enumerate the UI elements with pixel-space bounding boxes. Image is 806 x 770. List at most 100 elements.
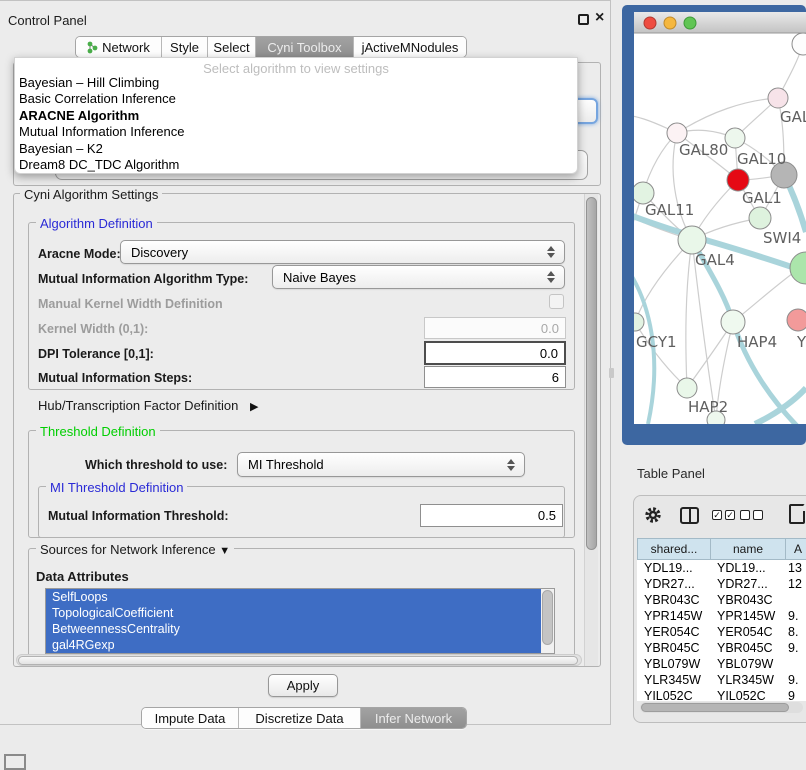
- algorithm-option[interactable]: Dream8 DC_TDC Algorithm: [15, 157, 577, 173]
- settings-hscrollbar-thumb[interactable]: [18, 656, 578, 665]
- table-cell: 9: [785, 688, 795, 701]
- tab-jactivemnodules[interactable]: jActiveMNodules: [354, 37, 466, 57]
- tab-style[interactable]: Style: [162, 37, 208, 57]
- column-header[interactable]: name: [710, 538, 785, 560]
- settings-scrollbar-thumb[interactable]: [586, 197, 597, 550]
- attributes-scrollbar-thumb[interactable]: [542, 590, 553, 645]
- threshold-definition-title: Threshold Definition: [36, 424, 160, 439]
- attribute-item[interactable]: BetweennessCentrality: [46, 621, 541, 637]
- float-window-icon[interactable]: [578, 14, 589, 25]
- mi-type-combo[interactable]: Naive Bayes: [272, 265, 565, 289]
- table-cell: YER054C: [710, 624, 785, 640]
- aracne-mode-combo[interactable]: Discovery: [120, 240, 565, 264]
- sources-toggle[interactable]: Sources for Network Inference ▼: [36, 542, 234, 557]
- network-node[interactable]: [677, 378, 697, 398]
- dropdown-placeholder: Select algorithm to view settings: [15, 58, 577, 75]
- mac-minimize-button[interactable]: [664, 17, 676, 29]
- network-view-window[interactable]: GALGAL80GAL10GAL1GAL11SWI4GAL4GCY1HAP4YH…: [622, 5, 806, 445]
- deselect-all-check-icon[interactable]: [740, 510, 750, 520]
- node-label: GAL11: [645, 201, 694, 219]
- table-cell: YIL052C: [710, 688, 785, 701]
- collapsed-arrow-icon: ▶: [250, 401, 258, 413]
- network-node[interactable]: [787, 309, 806, 331]
- apply-button[interactable]: Apply: [268, 674, 338, 697]
- column-header[interactable]: A: [785, 538, 806, 560]
- table-cell: 12: [785, 576, 802, 592]
- which-threshold-combo[interactable]: MI Threshold: [237, 452, 525, 477]
- network-node[interactable]: [721, 310, 745, 334]
- close-icon[interactable]: ×: [595, 9, 604, 27]
- data-attributes-list[interactable]: SelfLoopsTopologicalCoefficientBetweenne…: [45, 588, 555, 654]
- tab-network[interactable]: Network: [76, 37, 162, 57]
- attribute-item[interactable]: SelfLoops: [46, 589, 541, 605]
- algorithm-option[interactable]: Bayesian – Hill Climbing: [15, 75, 577, 91]
- mi-threshold-field[interactable]: 0.5: [420, 504, 563, 527]
- deselect-all-check-icon[interactable]: [753, 510, 763, 520]
- gear-icon[interactable]: [643, 505, 663, 525]
- attribute-item[interactable]: gal4RGexp: [46, 637, 541, 653]
- tab-label: Cyni Toolbox: [267, 40, 341, 55]
- hub-definition-toggle[interactable]: Hub/Transcription Factor Definition ▶: [38, 398, 258, 413]
- column-header[interactable]: shared...: [637, 538, 710, 560]
- table-cell: 9.: [785, 608, 798, 624]
- splitter-handle[interactable]: [609, 368, 614, 378]
- network-titlebar[interactable]: [634, 12, 806, 33]
- kernel-width-field[interactable]: 0.0: [424, 317, 566, 339]
- table-row[interactable]: YBR045CYBR045C9.: [637, 640, 806, 656]
- page-icon[interactable]: [789, 504, 805, 524]
- table-cell: [785, 656, 788, 672]
- dpi-tolerance-field[interactable]: 0.0: [424, 341, 566, 365]
- mi-steps-label: Mutual Information Steps:: [38, 371, 192, 385]
- table-row[interactable]: YBL079WYBL079W: [637, 656, 806, 672]
- tab-label: Style: [170, 40, 199, 55]
- tab-select[interactable]: Select: [208, 37, 256, 57]
- table-row[interactable]: YIL052CYIL052C9: [637, 688, 806, 701]
- mi-type-label: Mutual Information Algorithm Type:: [38, 272, 248, 286]
- table-row[interactable]: YPR145WYPR145W9.: [637, 608, 806, 624]
- table-body[interactable]: YDL19...YDL19...13YDR27...YDR27...12YBR0…: [637, 560, 806, 701]
- main-tab-bar: Network Style Select Cyni Toolbox jActiveMNo…: [75, 36, 467, 58]
- algorithm-option[interactable]: ARACNE Algorithm: [15, 108, 577, 124]
- network-node[interactable]: [768, 88, 788, 108]
- tab-label: Infer Network: [375, 711, 452, 726]
- table-cell: [785, 592, 788, 608]
- aracne-mode-value: Discovery: [131, 245, 188, 260]
- table-cell: YBL079W: [637, 656, 710, 672]
- tab-cyni-toolbox[interactable]: Cyni Toolbox: [256, 37, 354, 57]
- algorithm-option[interactable]: Bayesian – K2: [15, 141, 577, 157]
- columns-icon[interactable]: [680, 507, 699, 524]
- table-row[interactable]: YER054CYER054C8.: [637, 624, 806, 640]
- tab-label: Network: [102, 40, 150, 55]
- table-cell: 13: [785, 560, 802, 576]
- algorithm-option[interactable]: Basic Correlation Inference: [15, 91, 577, 107]
- tab-impute-data[interactable]: Impute Data: [142, 708, 239, 728]
- tab-discretize-data[interactable]: Discretize Data: [239, 708, 361, 728]
- table-cell: YDL19...: [637, 560, 710, 576]
- tab-label: Discretize Data: [255, 711, 343, 726]
- network-node[interactable]: [749, 207, 771, 229]
- table-row[interactable]: YDL19...YDL19...13: [637, 560, 806, 576]
- table-hscrollbar-thumb[interactable]: [641, 703, 789, 712]
- table-row[interactable]: YLR345WYLR345W9.: [637, 672, 806, 688]
- mac-close-button[interactable]: [644, 17, 656, 29]
- table-row[interactable]: YBR043CYBR043C: [637, 592, 806, 608]
- algorithm-dropdown: Select algorithm to view settings Bayesi…: [14, 57, 578, 174]
- network-node[interactable]: [727, 169, 749, 191]
- mi-threshold-title: MI Threshold Definition: [46, 480, 187, 495]
- attribute-item[interactable]: TopologicalCoefficient: [46, 605, 541, 621]
- network-node[interactable]: [667, 123, 687, 143]
- spinner-arrows-icon: [547, 246, 556, 258]
- table-cell: YPR145W: [710, 608, 785, 624]
- network-node[interactable]: [678, 226, 706, 254]
- mac-zoom-button[interactable]: [684, 17, 696, 29]
- table-row[interactable]: YDR27...YDR27...12: [637, 576, 806, 592]
- manual-kernel-checkbox[interactable]: [549, 294, 564, 309]
- select-all-check-icon[interactable]: ✓: [712, 510, 722, 520]
- table-cell: YER054C: [637, 624, 710, 640]
- select-all-check-icon[interactable]: ✓: [725, 510, 735, 520]
- algorithm-option[interactable]: Mutual Information Inference: [15, 124, 577, 140]
- tab-label: Impute Data: [155, 711, 226, 726]
- mi-steps-field[interactable]: 6: [424, 366, 566, 388]
- corner-widget-icon[interactable]: [4, 754, 26, 770]
- tab-infer-network[interactable]: Infer Network: [361, 708, 466, 728]
